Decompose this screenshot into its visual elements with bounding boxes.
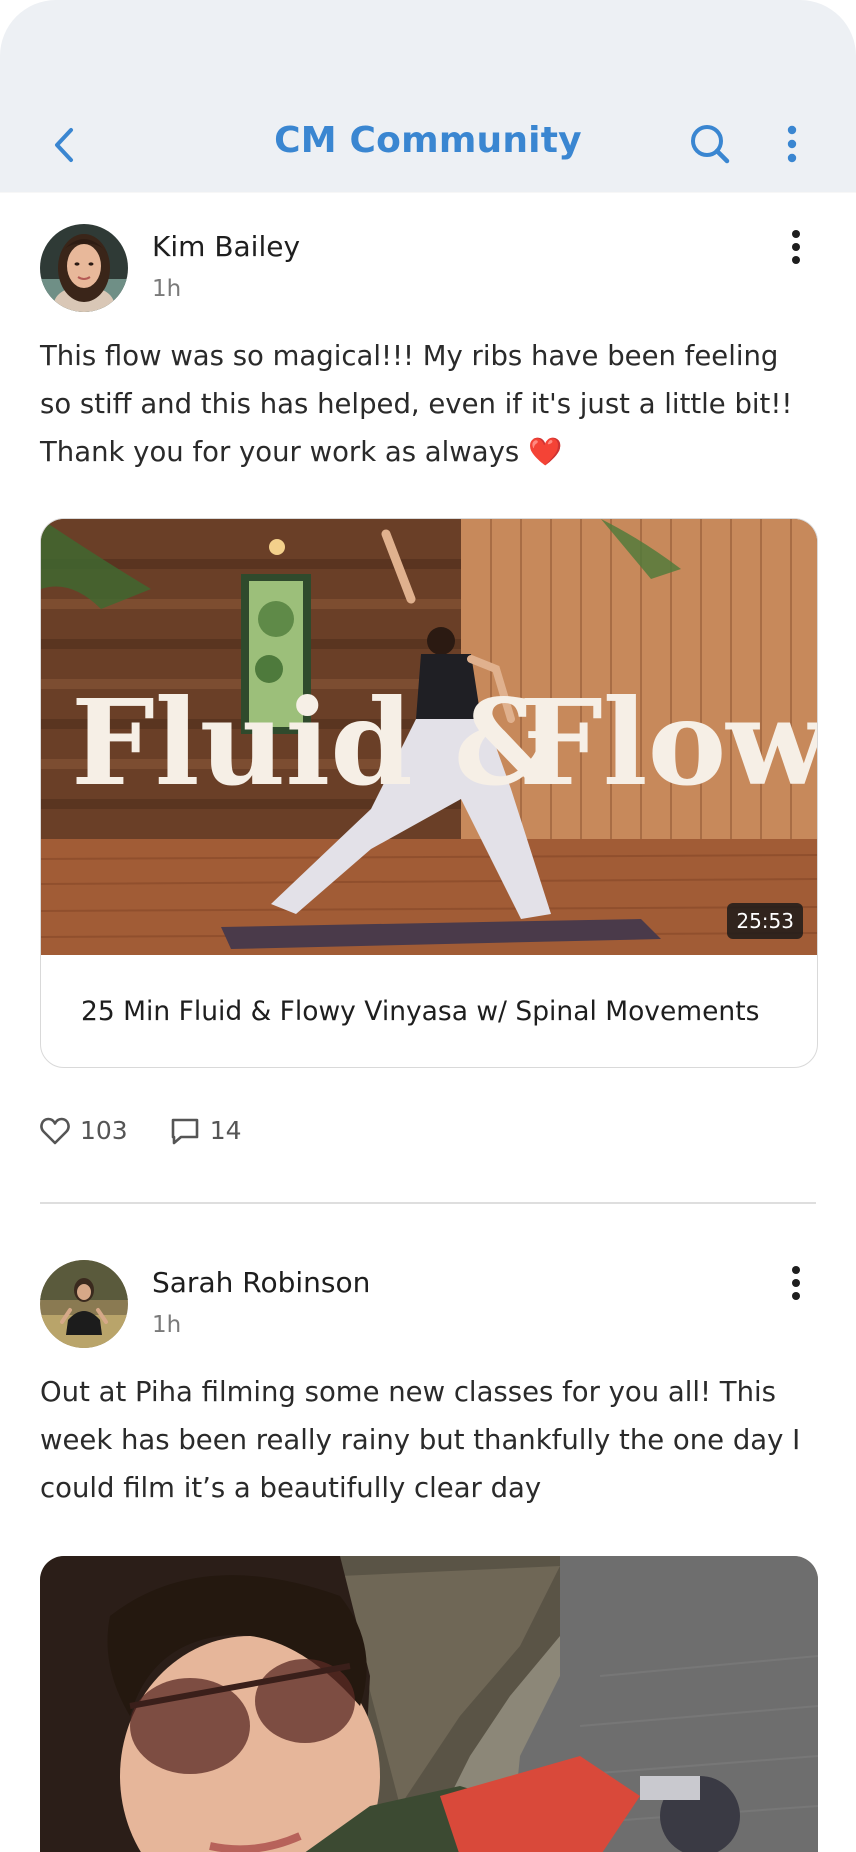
heart-icon [40, 1117, 70, 1144]
video-thumbnail[interactable]: Fluid & Flowy 25:53 [41, 519, 818, 955]
more-vertical-icon [792, 230, 800, 264]
app-header: CM Community [0, 100, 856, 192]
search-icon [691, 125, 730, 164]
more-vertical-icon [787, 125, 797, 163]
post-text: This flow was so magical!!! My ribs have… [40, 340, 793, 468]
like-button[interactable]: 103 [40, 1116, 128, 1145]
post-options-button[interactable] [776, 226, 816, 270]
comment-button[interactable]: 14 [170, 1116, 242, 1145]
thumbnail-title-left: Fluid & [71, 673, 560, 812]
post-photo[interactable] [40, 1556, 818, 1852]
post-card: Sarah Robinson 1h Out at Piha filming so… [40, 1260, 818, 1852]
video-title[interactable]: 25 Min Fluid & Flowy Vinyasa w/ Spinal M… [41, 955, 817, 1067]
post-time: 1h [152, 276, 182, 302]
more-options-button[interactable] [762, 114, 822, 174]
status-bar [0, 0, 856, 100]
video-card[interactable]: Fluid & Flowy 25:53 25 Min Fluid & Flowy… [40, 518, 818, 1068]
author-name[interactable]: Sarah Robinson [152, 1266, 370, 1299]
post-text: Out at Piha filming some new classes for… [40, 1376, 801, 1504]
thumbnail-title-right: Flowy [519, 673, 818, 812]
like-count: 103 [80, 1116, 128, 1145]
video-duration: 25:53 [727, 903, 803, 939]
author-name[interactable]: Kim Bailey [152, 230, 300, 263]
comment-count: 14 [209, 1116, 242, 1145]
post-card: Kim Bailey 1h This flow was so magical!!… [40, 224, 818, 1145]
avatar[interactable] [40, 224, 128, 312]
more-vertical-icon [792, 1266, 800, 1300]
search-button[interactable] [680, 114, 740, 174]
post-time: 1h [152, 1312, 182, 1338]
post-options-button[interactable] [776, 1262, 816, 1306]
comment-icon [171, 1118, 199, 1144]
post-divider [40, 1202, 816, 1204]
post-stats: 103 14 [40, 1116, 242, 1145]
avatar[interactable] [40, 1260, 128, 1348]
